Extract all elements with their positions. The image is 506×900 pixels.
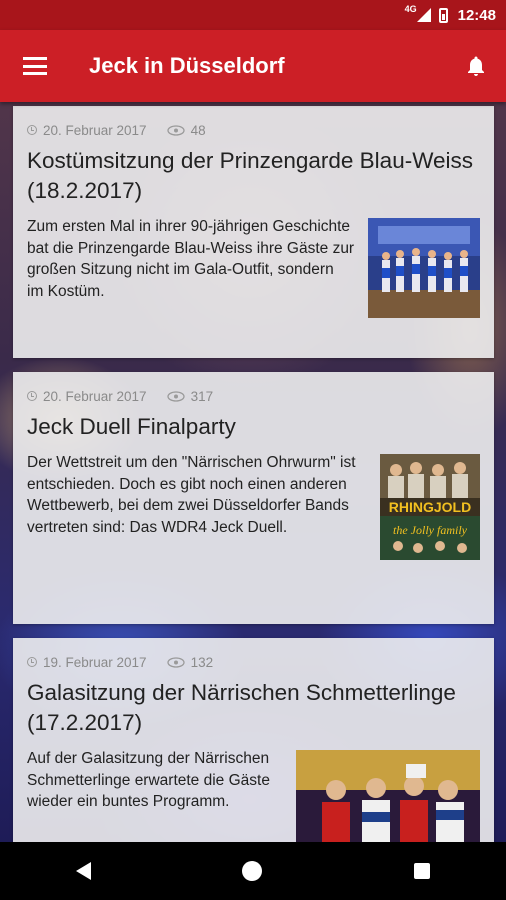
article-date: 19. Februar 2017 <box>43 654 147 670</box>
article-meta: 19. Februar 2017 132 <box>27 652 480 672</box>
status-bar: 4G 12:48 <box>0 0 506 30</box>
article-views: 132 <box>190 654 214 670</box>
hamburger-menu-icon[interactable] <box>23 57 47 75</box>
article-meta: 20. Februar 2017 317 <box>27 386 480 406</box>
recent-apps-icon[interactable] <box>414 863 431 879</box>
article-card[interactable]: 20. Februar 2017 317 Jeck Duell Finalpar… <box>13 372 494 624</box>
system-navigation-bar <box>0 842 506 900</box>
article-thumbnail[interactable] <box>368 218 480 318</box>
eye-icon <box>166 390 185 402</box>
article-title[interactable]: Kostümsitzung der Prinzengarde Blau-Weis… <box>27 146 480 206</box>
article-title[interactable]: Galasitzung der Närrischen Schmetterling… <box>27 678 480 738</box>
article-meta: 20. Februar 2017 48 <box>27 120 480 140</box>
article-feed[interactable]: 20. Februar 2017 48 Kostümsitzung der Pr… <box>0 102 506 842</box>
clock-icon <box>27 657 37 667</box>
clock-icon <box>27 391 37 401</box>
article-thumbnail[interactable]: RHINGJOLD the Jolly family <box>380 454 480 560</box>
app-title: Jeck in Düsseldorf <box>89 53 285 78</box>
article-card[interactable]: 19. Februar 2017 132 Galasitzung der När… <box>13 638 494 842</box>
thumb-logo-line2: the Jolly family <box>393 523 468 537</box>
back-icon[interactable] <box>75 862 91 880</box>
eye-icon <box>166 124 185 136</box>
clock-time: 12:48 <box>457 6 496 24</box>
app-bar: Jeck in Düsseldorf <box>0 30 506 102</box>
network-type: 4G <box>404 4 417 14</box>
eye-icon <box>166 656 185 668</box>
clock-icon <box>27 125 37 135</box>
article-title[interactable]: Jeck Duell Finalparty <box>27 412 480 442</box>
article-views: 48 <box>190 122 206 138</box>
article-date: 20. Februar 2017 <box>43 122 147 138</box>
article-card[interactable]: 20. Februar 2017 48 Kostümsitzung der Pr… <box>13 106 494 358</box>
battery-icon <box>438 7 448 23</box>
article-excerpt: Zum ersten Mal in ihrer 90-jährigen Gesc… <box>27 218 355 300</box>
article-views: 317 <box>190 388 214 404</box>
thumb-logo-line1: RHINGJOLD <box>389 499 471 515</box>
bell-icon[interactable] <box>464 54 488 78</box>
article-excerpt: Der Wettstreit um den "Närrischen Ohrwur… <box>27 454 356 536</box>
article-thumbnail[interactable] <box>296 750 480 842</box>
signal-icon: 4G <box>405 4 431 22</box>
article-date: 20. Februar 2017 <box>43 388 147 404</box>
home-icon[interactable] <box>242 861 263 881</box>
article-excerpt: Auf der Galasitzung der Närrischen Schme… <box>27 750 270 810</box>
